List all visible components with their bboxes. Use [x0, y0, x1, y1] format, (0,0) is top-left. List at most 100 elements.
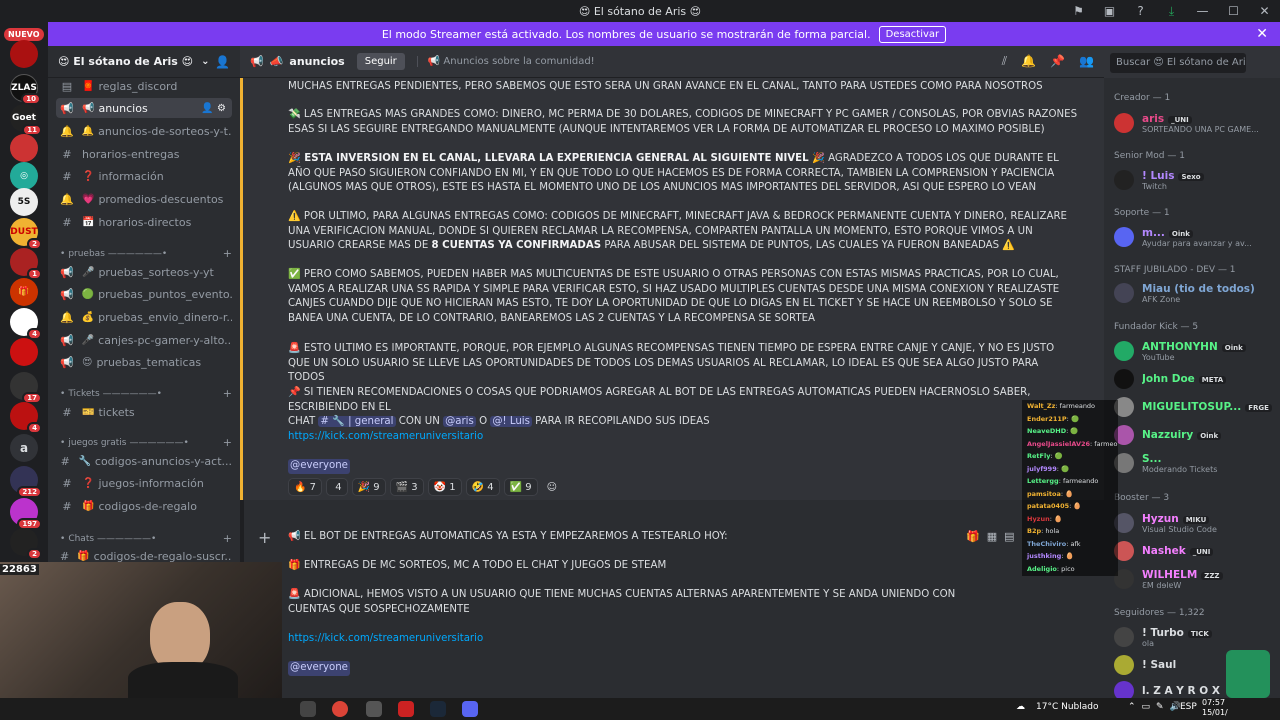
server-icon[interactable]: 1	[10, 248, 42, 280]
channel-item[interactable]: # 🎁 codigos-de-regalo	[56, 496, 232, 516]
weather[interactable]: 17°C Nublado	[1036, 702, 1098, 712]
member-item[interactable]: ! Turbo TICK ola	[1114, 622, 1278, 652]
gif-icon[interactable]: ▦	[987, 530, 997, 543]
chrome-icon[interactable]	[332, 701, 348, 717]
reaction[interactable]: 🤡 1	[427, 478, 462, 496]
channel-item[interactable]: ▤ 🧧 reglas_discord	[56, 76, 232, 96]
add-channel-icon[interactable]: +	[223, 247, 232, 260]
server-icon[interactable]: DUST 2	[10, 218, 42, 250]
server-icon[interactable]: 17	[10, 372, 42, 404]
everyone-mention[interactable]: @everyone	[288, 459, 350, 474]
add-channel-icon[interactable]: +	[223, 436, 232, 449]
member-item[interactable]: John Doe META	[1114, 364, 1278, 394]
chevron-down-icon[interactable]: ⌄	[201, 56, 209, 67]
server-icon[interactable]: 5S	[10, 188, 38, 216]
reaction[interactable]: 🎉 9	[351, 478, 386, 496]
member-item[interactable]: Nashek _UNI	[1114, 536, 1278, 566]
user-mention[interactable]: @! Luis	[490, 416, 532, 428]
reaction[interactable]: ✅ 9	[503, 478, 538, 496]
screen-icon[interactable]: ▣	[1094, 4, 1125, 18]
member-item[interactable]: m... Oink Ayudar para avanzar y av...	[1114, 222, 1278, 252]
add-channel-icon[interactable]: +	[223, 532, 232, 545]
server-icon[interactable]: 197	[10, 498, 42, 530]
reaction[interactable]: 🎬 3	[389, 478, 424, 496]
threads-icon[interactable]: ⫽	[1002, 54, 1007, 69]
category-header[interactable]: • pruebas ——————• +	[60, 247, 232, 260]
member-item[interactable]: ! Luis Sexo Twitch	[1114, 165, 1278, 195]
add-channel-icon[interactable]: +	[223, 387, 232, 400]
dm-avatar[interactable]: a	[10, 434, 38, 462]
reaction[interactable]: 🤣 4	[465, 478, 500, 496]
server-icon[interactable]: 4	[10, 402, 42, 434]
close-icon[interactable]: ✕	[1249, 4, 1280, 18]
gift-icon[interactable]: 🎁	[966, 530, 980, 543]
server-icon[interactable]	[10, 40, 38, 68]
server-header[interactable]: 😍 El sótano de Aris 😍 ⌄ 👤	[48, 46, 240, 78]
channel-item[interactable]: # 📅 horarios-directos	[56, 212, 232, 232]
member-item[interactable]: Miau (tio de todos) AFK Zone	[1114, 278, 1278, 308]
app-icon[interactable]	[300, 701, 316, 717]
kick-link[interactable]: https://kick.com/streameruniversitario	[288, 633, 483, 644]
member-item[interactable]: WILHELM ZZZ ƐM dɘlɐW	[1114, 564, 1278, 594]
channel-item[interactable]: # ❓ información	[56, 166, 232, 186]
channel-item[interactable]: 🔔 🔔 anuncios-de-sorteos-y-t...	[56, 121, 232, 141]
clock-time[interactable]: 07:57	[1202, 698, 1225, 707]
discord-icon[interactable]	[462, 701, 478, 717]
channel-item[interactable]: 📢 🟢 pruebas_puntos_evento...	[56, 284, 232, 304]
user-mention[interactable]: @aris	[443, 416, 476, 428]
help-icon[interactable]: ?	[1125, 4, 1156, 18]
channel-item[interactable]: # horarios-entregas	[56, 144, 232, 164]
everyone-mention[interactable]: @everyone	[288, 661, 350, 676]
server-icon[interactable]: 2	[10, 528, 42, 560]
server-icon[interactable]	[10, 134, 38, 162]
reaction[interactable]: 🔥 7	[288, 478, 323, 496]
member-item[interactable]: MIGUELITOSUP... FRGE	[1114, 392, 1278, 422]
channel-topic[interactable]: 📢 Anuncios sobre la comunidad!	[416, 56, 595, 67]
server-icon[interactable]: 212	[10, 466, 42, 498]
reaction[interactable]: 4	[326, 478, 348, 496]
sticker-icon[interactable]: ▤	[1004, 530, 1014, 543]
app-icon[interactable]	[366, 701, 382, 717]
channel-item[interactable]: # ❓ juegos-información	[56, 473, 232, 493]
kick-link[interactable]: https://kick.com/streameruniversitario	[288, 431, 483, 442]
member-item[interactable]: S... Moderando Tickets	[1114, 448, 1278, 478]
channel-item[interactable]: 📢 😍 pruebas_tematicas	[56, 352, 232, 372]
close-banner-icon[interactable]: ✕	[1256, 26, 1268, 42]
search-input[interactable]: Buscar 😍 El sótano de Aris 😍	[1110, 53, 1246, 73]
app-icon[interactable]	[398, 701, 414, 717]
server-icon[interactable]: 4	[10, 308, 42, 340]
server-icon[interactable]: ◎	[10, 162, 38, 190]
server-icon[interactable]: 🎁	[10, 278, 38, 306]
channel-item[interactable]: 📢 🎤 pruebas_sorteos-y-yt	[56, 262, 232, 282]
server-icon[interactable]	[10, 338, 38, 366]
member-item[interactable]: Hyzun MIKU Visual Studio Code	[1114, 508, 1278, 538]
pin-icon[interactable]: 📌	[1050, 54, 1065, 69]
channel-item-active[interactable]: 📢 📢 anuncios 👤 ⚙	[56, 98, 232, 118]
server-icon[interactable]: Goet 11	[10, 104, 42, 136]
member-item[interactable]: Nazzuiry Oink	[1114, 420, 1278, 450]
clock-date[interactable]: 15/01/	[1202, 708, 1228, 717]
invite-icon[interactable]: 👤	[215, 55, 230, 69]
category-header[interactable]: • Chats ——————• +	[60, 532, 232, 545]
steam-icon[interactable]	[430, 701, 446, 717]
deactivate-button[interactable]: Desactivar	[878, 25, 947, 43]
server-icon[interactable]: ZLAS 10	[10, 74, 41, 105]
member-list-icon[interactable]: 👥	[1079, 54, 1094, 69]
category-header[interactable]: • juegos gratis ——————• +	[60, 436, 232, 449]
minimize-icon[interactable]: —	[1187, 4, 1218, 18]
tray-icons[interactable]: ⌃▭✎🔊	[1128, 702, 1187, 712]
inbox-icon[interactable]: ⚑	[1063, 4, 1094, 18]
category-header[interactable]: • Tickets ——————• +	[60, 387, 232, 400]
maximize-icon[interactable]: ☐	[1218, 4, 1249, 18]
member-item[interactable]: aris _UNI SORTEANDO UNA PC GAME...	[1114, 108, 1278, 138]
member-item[interactable]: ANTHONYHN Oink YouTube	[1114, 336, 1278, 366]
follow-button[interactable]: Seguir	[356, 53, 405, 70]
attach-plus-icon[interactable]: +	[258, 528, 271, 547]
notification-bell-icon[interactable]: 🔔	[1021, 54, 1036, 69]
download-icon[interactable]: ⤓	[1156, 4, 1187, 19]
channel-item[interactable]: 📢 🎤 canjes-pc-gamer-y-alto...	[56, 330, 232, 350]
channel-item[interactable]: 🔔 💰 pruebas_envio_dinero-r...	[56, 307, 232, 327]
channel-item[interactable]: # 🎫 tickets	[56, 402, 232, 422]
language[interactable]: ESP	[1180, 702, 1197, 712]
settings-icon[interactable]: 👤 ⚙	[201, 103, 226, 114]
